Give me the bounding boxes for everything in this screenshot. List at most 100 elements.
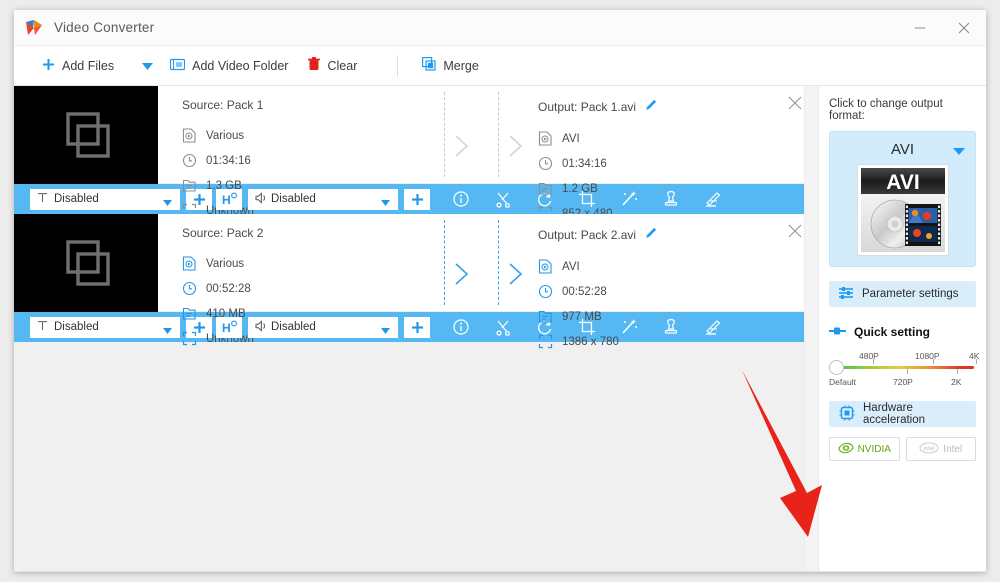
main-toolbar: Add Files Add Video Folder Clear Merge (14, 46, 986, 86)
h-codec-icon[interactable]: H (216, 188, 242, 210)
subtitle-select[interactable]: Disabled (30, 316, 180, 338)
parameter-settings-button[interactable]: Parameter settings (829, 281, 976, 307)
output-size: 977 MB (538, 304, 688, 329)
chevron-right-icon (454, 262, 470, 286)
audio-select[interactable]: Disabled (248, 316, 398, 338)
video-placeholder-icon (14, 214, 158, 312)
add-video-folder-button[interactable]: Add Video Folder (160, 46, 298, 86)
resolution-icon (182, 331, 197, 346)
remove-file-button[interactable] (788, 224, 804, 240)
merge-button[interactable]: Merge (412, 46, 488, 86)
sliders-icon (839, 286, 854, 303)
file-details: Source: Pack 1 Various 01:34:16 1.3 GB U… (158, 86, 818, 221)
add-files-button[interactable]: Add Files (32, 46, 124, 86)
output-title-row: Output: Pack 1.avi (538, 98, 814, 115)
plus-icon (42, 58, 55, 74)
file-size-icon (538, 309, 553, 324)
pencil-icon[interactable] (644, 98, 658, 115)
video-placeholder-icon (14, 86, 158, 184)
output-format-name: AVI (890, 141, 915, 158)
source-format: Various (182, 123, 332, 148)
slider-handle[interactable] (829, 360, 844, 375)
media-file-icon (182, 256, 197, 271)
source-duration: 00:52:28 (182, 276, 332, 301)
slider-track[interactable] (837, 366, 974, 369)
minimize-button[interactable] (898, 10, 942, 46)
output-title-row: Output: Pack 2.avi (538, 226, 814, 243)
subtitle-t-icon (37, 320, 48, 334)
slider-label-2k: 2K (951, 377, 962, 387)
slider-toggle-icon (829, 325, 847, 339)
file-list-area: Source: Pack 1 Various 01:34:16 1.3 GB U… (14, 86, 818, 571)
chevron-down-icon (141, 57, 153, 75)
intel-button[interactable]: intel Intel (905, 437, 976, 461)
gpu-toggle-group: NVIDIA intel Intel (829, 437, 976, 461)
slider-label-720p: 720P (893, 377, 913, 387)
intel-label: Intel (943, 443, 963, 455)
source-pane: Source: Pack 2 Various 00:52:28 410 MB U… (158, 214, 448, 346)
quick-setting-label: Quick setting (854, 325, 931, 339)
value-text: 977 MB (562, 310, 602, 323)
nvidia-label: NVIDIA (857, 443, 891, 455)
value-text: 01:34:16 (562, 157, 607, 170)
output-duration: 01:34:16 (538, 151, 688, 176)
clock-icon (538, 284, 553, 299)
cut-scissors-icon[interactable] (494, 190, 512, 208)
subtitle-value: Disabled (54, 321, 99, 333)
intel-icon: intel (919, 441, 939, 457)
clock-icon (182, 153, 197, 168)
audio-value: Disabled (271, 193, 316, 205)
remove-file-button[interactable] (788, 96, 804, 112)
output-format: AVI (538, 254, 688, 279)
file-item: Source: Pack 1 Various 01:34:16 1.3 GB U… (14, 86, 818, 221)
cut-scissors-icon[interactable] (494, 318, 512, 336)
add-video-folder-label: Add Video Folder (192, 58, 289, 73)
value-text: 01:34:16 (206, 154, 251, 167)
speaker-icon (255, 191, 269, 207)
file-size-icon (182, 306, 197, 321)
value-text: 00:52:28 (562, 285, 607, 298)
chevron-down-icon[interactable] (953, 142, 965, 160)
add-files-dropdown[interactable] (134, 46, 160, 86)
output-pane: Output: Pack 1.avi AVI 01:34:16 1.2 GB (514, 86, 814, 221)
parameter-settings-label: Parameter settings (862, 288, 959, 300)
subtitle-t-icon (37, 192, 48, 206)
info-icon[interactable] (452, 190, 470, 208)
app-window: Video Converter Add Files Add Video Fold… (14, 10, 986, 572)
file-card[interactable]: Source: Pack 1 Various 01:34:16 1.3 GB U… (14, 86, 818, 221)
scrollbar-thumb[interactable] (806, 86, 818, 256)
pencil-icon[interactable] (644, 226, 658, 243)
media-file-icon (182, 128, 197, 143)
close-button[interactable] (942, 10, 986, 46)
source-title: Source: Pack 2 (182, 226, 264, 240)
output-duration: 00:52:28 (538, 279, 688, 304)
svg-text:AVI: AVI (886, 171, 919, 194)
file-list-scrollbar[interactable] (804, 86, 818, 571)
subtitle-value: Disabled (54, 193, 99, 205)
clear-label: Clear (327, 58, 358, 73)
merge-icon (422, 57, 436, 74)
slider-label-default: Default (829, 377, 856, 387)
nvidia-button[interactable]: NVIDIA (829, 437, 900, 461)
info-icon[interactable] (452, 318, 470, 336)
slider-label-4k: 4K (969, 351, 980, 361)
chevron-right-icon (454, 134, 470, 158)
source-duration: 01:34:16 (182, 148, 332, 173)
quality-slider[interactable]: 480P 1080P 4K Default 720P 2K (829, 351, 980, 395)
h-codec-icon[interactable]: H (216, 316, 242, 338)
media-file-icon (538, 259, 553, 274)
output-size: 1.2 GB (538, 176, 688, 201)
hardware-acceleration-button[interactable]: Hardware acceleration (829, 401, 976, 427)
value-text: 1.2 GB (562, 182, 598, 195)
file-card[interactable]: Source: Pack 2 Various 00:52:28 410 MB U… (14, 214, 818, 349)
value-text: AVI (562, 260, 580, 273)
file-size-icon (538, 181, 553, 196)
video-folder-icon (170, 58, 186, 74)
clear-button[interactable]: Clear (298, 46, 367, 86)
output-format-box[interactable]: AVI AVI (829, 131, 976, 267)
value-text: 1386 x 780 (562, 335, 619, 348)
subtitle-select[interactable]: Disabled (30, 188, 180, 210)
output-title: Output: Pack 2.avi (538, 227, 637, 242)
output-pane: Output: Pack 2.avi AVI 00:52:28 977 MB 1… (514, 214, 814, 349)
audio-select[interactable]: Disabled (248, 188, 398, 210)
